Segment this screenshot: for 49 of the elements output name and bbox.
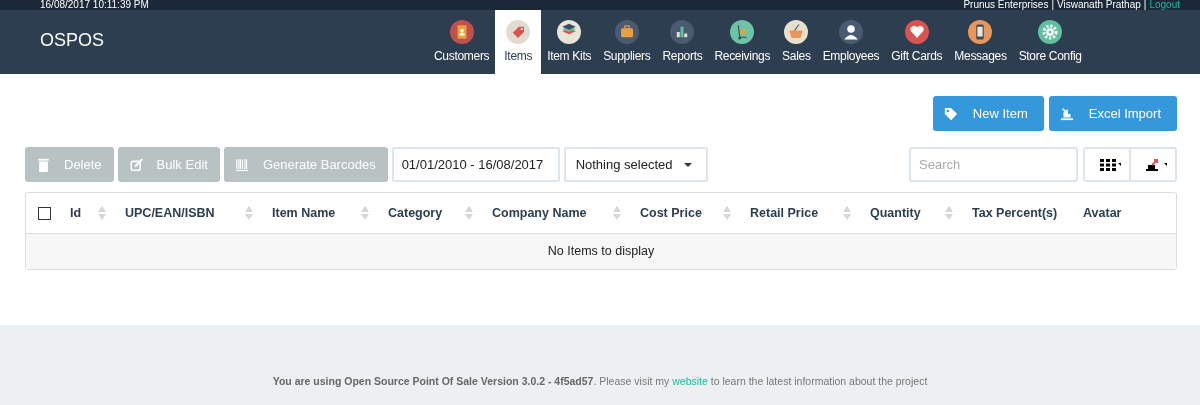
user-info-text: Prunus Enterprises xyxy=(963,0,1049,10)
column-header[interactable]: Category xyxy=(388,206,443,220)
trash-icon xyxy=(37,157,50,172)
export-dropdown-button[interactable] xyxy=(1129,149,1175,180)
sort-icon[interactable] xyxy=(465,206,473,220)
nav-tab[interactable]: Items xyxy=(495,10,542,74)
column-header[interactable]: UPC/EAN/ISBN xyxy=(125,206,215,220)
date-range-field[interactable]: 01/01/2010 - 16/08/2017 xyxy=(391,147,560,182)
column-header[interactable]: Id xyxy=(70,206,82,220)
user-info-text: Viswanath Prathap xyxy=(1057,0,1141,10)
search-field[interactable]: Search xyxy=(909,147,1078,182)
sort-icon[interactable] xyxy=(945,206,953,220)
logout-link[interactable]: Logout xyxy=(1149,0,1180,10)
tag-icon xyxy=(943,106,958,121)
nav-tab[interactable]: Employees xyxy=(816,10,886,74)
column-header[interactable]: Item Name xyxy=(272,206,336,220)
sort-icon[interactable] xyxy=(98,206,106,220)
user-info-text: | xyxy=(1143,0,1147,10)
nav-tab[interactable]: Gift Cards xyxy=(885,10,949,74)
nav-tab[interactable]: Customers xyxy=(428,10,496,74)
filter-dropdown[interactable]: Nothing selected xyxy=(563,147,708,182)
import-icon xyxy=(1059,106,1074,121)
nav-tab[interactable]: Messages xyxy=(948,10,1013,74)
nav-tab[interactable]: Receivings xyxy=(708,10,777,74)
column-header[interactable]: Retail Price xyxy=(750,206,819,220)
sort-icon[interactable] xyxy=(613,206,621,220)
brand-title: OSPOS xyxy=(39,29,106,52)
nav-tab[interactable]: Suppliers xyxy=(597,10,657,74)
column-header: Avatar xyxy=(1083,206,1122,220)
date-time: 16/08/2017 10:11:39 PM xyxy=(40,0,149,10)
caret-icon xyxy=(683,162,692,167)
column-header: Tax Percent(s) xyxy=(972,206,1058,220)
footer-text: You are using Open Source Point Of Sale Version 3.0.2 - 4f5ad57. Please visit my website to learn the latest information about the project xyxy=(272,375,928,387)
nav-tab[interactable]: Reports xyxy=(656,10,709,74)
empty-table-message: No Items to display xyxy=(26,234,1176,269)
sort-icon[interactable] xyxy=(245,206,253,220)
barcode-icon xyxy=(235,157,249,172)
nav-tab[interactable]: Item Kits xyxy=(541,10,598,74)
nav-tab[interactable]: Store Config xyxy=(1012,10,1088,74)
column-header[interactable]: Cost Price xyxy=(640,206,702,220)
edit-icon xyxy=(129,157,143,172)
sort-icon[interactable] xyxy=(361,206,369,220)
sort-icon[interactable] xyxy=(723,206,731,220)
select-all-checkbox[interactable] xyxy=(38,206,51,220)
column-header[interactable]: Quantity xyxy=(870,206,921,220)
nav-tab[interactable]: Sales xyxy=(776,10,817,74)
user-info-text: | xyxy=(1051,0,1055,10)
column-header[interactable]: Company Name xyxy=(492,206,587,220)
sort-icon[interactable] xyxy=(843,206,851,220)
